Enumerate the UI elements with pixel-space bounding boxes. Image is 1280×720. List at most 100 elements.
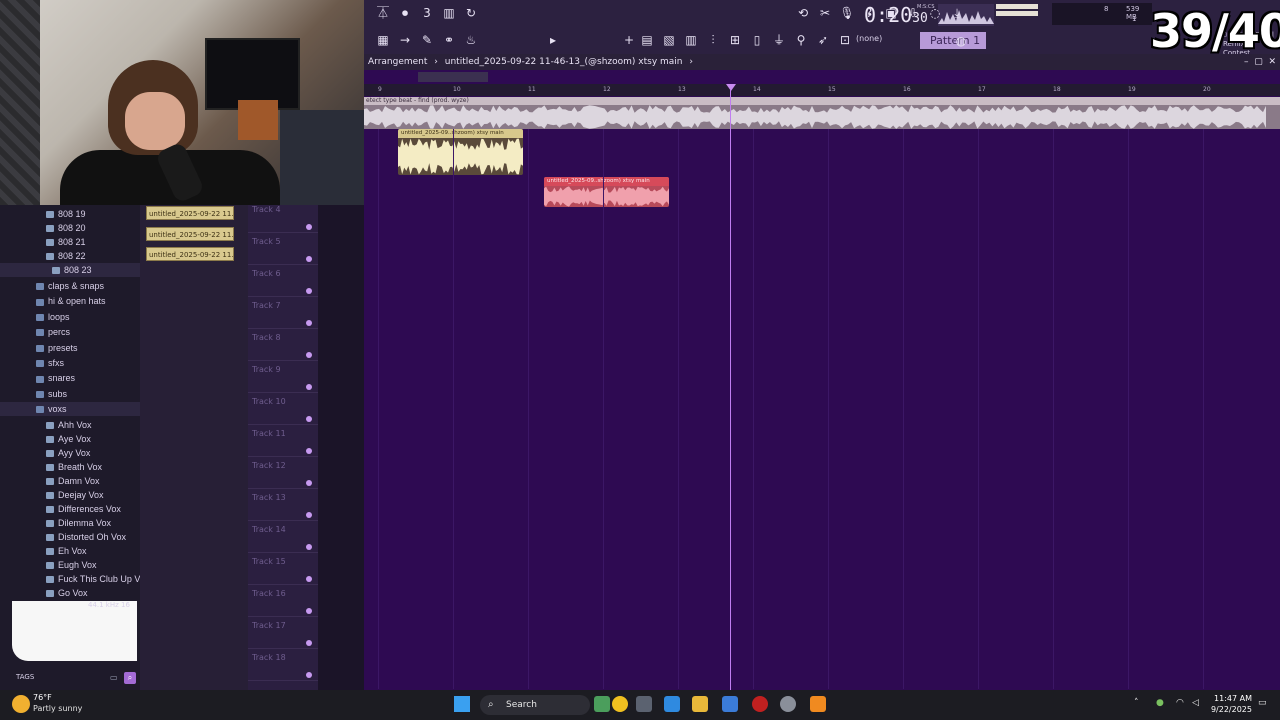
audio-clip-2[interactable]: untitled_2025-09..shzoom) xtsy main (544, 177, 669, 207)
opera-icon[interactable] (752, 696, 768, 712)
track-mute-dot-icon[interactable] (306, 352, 312, 358)
link-icon[interactable]: ⚭ (440, 31, 458, 49)
source-clip[interactable]: untitled_2025-09-22 11... (146, 247, 234, 261)
add-pattern-icon[interactable]: + (620, 31, 638, 49)
browser-folder[interactable]: hi & open hats (0, 294, 140, 308)
metronome-icon[interactable]: ⏄ (374, 4, 392, 22)
copilot-icon[interactable] (664, 696, 680, 712)
piano-icon[interactable]: ▦ (374, 31, 392, 49)
browser-vox-file[interactable]: Dilemma Vox (0, 516, 140, 530)
channel-rack-icon[interactable]: ▥ (682, 31, 700, 49)
track-header[interactable]: Track 18 (248, 649, 318, 681)
track-mute-dot-icon[interactable] (306, 320, 312, 326)
taskbar-search[interactable]: ⌕ Search (480, 695, 590, 715)
tray-chevron-icon[interactable]: ˄ (1134, 698, 1139, 708)
track-header[interactable]: Track 4 (248, 201, 318, 233)
wifi-icon[interactable]: ◠ (1176, 698, 1184, 708)
browser-file-808[interactable]: 808 20 (0, 221, 140, 235)
browser-vox-file[interactable]: Deejay Vox (0, 488, 140, 502)
browser-file-808[interactable]: 808 21 (0, 235, 140, 249)
track-header[interactable]: Track 6 (248, 265, 318, 297)
track-header[interactable]: Track 17 (248, 617, 318, 649)
taskbar-clock[interactable]: 11:47 AM 9/22/2025 (1210, 693, 1252, 715)
notification-icon[interactable]: ▭ (1258, 698, 1267, 708)
audio-clip-main[interactable]: etect type beat - find (prod. wyze) (364, 97, 1280, 129)
track-mute-dot-icon[interactable] (306, 256, 312, 262)
plug-icon[interactable]: ⏚ (770, 31, 788, 49)
browser-vox-file[interactable]: Damn Vox (0, 474, 140, 488)
start-windows-icon[interactable] (454, 696, 470, 712)
cart-icon[interactable]: ⊡ (836, 31, 854, 49)
track-header[interactable]: Track 5 (248, 233, 318, 265)
playhead-marker-icon[interactable] (726, 84, 736, 91)
browser-vox-file[interactable]: Go Vox (0, 586, 140, 600)
tempo-icon[interactable]: ⚲ (792, 31, 810, 49)
track-mute-dot-icon[interactable] (306, 480, 312, 486)
folder-icon[interactable]: ▭ (110, 673, 118, 682)
track-mute-dot-icon[interactable] (306, 416, 312, 422)
plugin-icon[interactable]: ▯ (748, 31, 766, 49)
track-mute-dot-icon[interactable] (306, 608, 312, 614)
volume-icon[interactable]: ◁ (1192, 698, 1199, 708)
browser-vox-file[interactable]: Ahh Vox (0, 418, 140, 432)
browser-file-808[interactable]: 808 19 (0, 207, 140, 221)
browser-folder[interactable]: claps & snaps (0, 279, 140, 293)
sample-preview-waveform[interactable] (12, 601, 137, 661)
snap-select[interactable]: (none) (856, 34, 882, 43)
steam-icon[interactable] (780, 696, 796, 712)
source-clip[interactable]: untitled_2025-09-22 11... (146, 206, 234, 220)
browser-vox-file[interactable]: Fuck This Club Up Vox (0, 572, 149, 586)
master-sliders[interactable] (996, 4, 1038, 22)
browser-folder[interactable]: voxs (0, 402, 140, 417)
browser-folder[interactable]: presets (0, 341, 140, 355)
track-header[interactable]: Track 16 (248, 585, 318, 617)
browser-vox-file[interactable]: Eh Vox (0, 544, 140, 558)
track-header[interactable]: Track 14 (248, 521, 318, 553)
undo-icon[interactable]: ⟲ (794, 4, 812, 22)
browser-folder[interactable]: loops (0, 310, 140, 324)
weather-icon[interactable] (12, 695, 30, 713)
mic-icon[interactable]: 🎙 (838, 4, 856, 22)
chat-icon[interactable]: ◌ (926, 4, 944, 22)
save-icon[interactable]: ▣ (882, 4, 900, 22)
track-mute-dot-icon[interactable] (306, 640, 312, 646)
track-mute-dot-icon[interactable] (306, 384, 312, 390)
browser-search-icon[interactable]: ⌕ (124, 672, 136, 684)
piano-roll-icon[interactable]: ▧ (660, 31, 678, 49)
track-mute-dot-icon[interactable] (306, 288, 312, 294)
tray-mic-icon[interactable]: ● (1156, 698, 1164, 708)
track-header[interactable]: Track 10 (248, 393, 318, 425)
browser-vox-file[interactable]: Eugh Vox (0, 558, 140, 572)
track-header[interactable]: Track 12 (248, 457, 318, 489)
track-header[interactable]: Track 7 (248, 297, 318, 329)
browser-folder[interactable]: subs (0, 387, 140, 401)
browser-file-808[interactable]: 808 23 (0, 263, 140, 277)
widget-app-icon[interactable] (594, 696, 610, 712)
track-header[interactable]: Track 11 (248, 425, 318, 457)
browser-vox-file[interactable]: Aye Vox (0, 432, 140, 446)
browser-folder[interactable]: sfxs (0, 356, 140, 370)
audio-clip-1[interactable]: untitled_2025-09..shzoom) xtsy main (398, 129, 523, 175)
browser-vox-file[interactable]: Ayy Vox (0, 446, 140, 460)
hint-icon[interactable]: ➶ (814, 31, 832, 49)
file-explorer-icon[interactable] (692, 696, 708, 712)
fl-studio-icon[interactable] (810, 696, 826, 712)
play-pattern-icon[interactable]: ▸ (544, 31, 562, 49)
browser-folder[interactable]: percs (0, 325, 140, 339)
breadcrumb-name[interactable]: untitled_2025-09-22 11-46-13_(@shzoom) x… (445, 57, 683, 67)
arrow-icon[interactable]: → (396, 31, 414, 49)
browser-vox-file[interactable]: Breath Vox (0, 460, 140, 474)
track-mute-dot-icon[interactable] (306, 576, 312, 582)
browser-icon[interactable]: ⊞ (726, 31, 744, 49)
mixer-icon[interactable]: ⫶ (704, 31, 722, 49)
source-clip[interactable]: untitled_2025-09-22 11... (146, 226, 234, 241)
track-header[interactable]: Track 8 (248, 329, 318, 361)
export-icon[interactable]: ⇩ (904, 4, 922, 22)
loop-record-icon[interactable]: ↻ (462, 4, 480, 22)
browser-file-808[interactable]: 808 22 (0, 249, 140, 263)
cut-icon[interactable]: ✂ (816, 4, 834, 22)
countdown-icon[interactable]: 3 (418, 4, 436, 22)
track-mute-dot-icon[interactable] (306, 448, 312, 454)
step-edit-icon[interactable]: ▥ (440, 4, 458, 22)
yellow-app-icon[interactable] (612, 696, 628, 712)
